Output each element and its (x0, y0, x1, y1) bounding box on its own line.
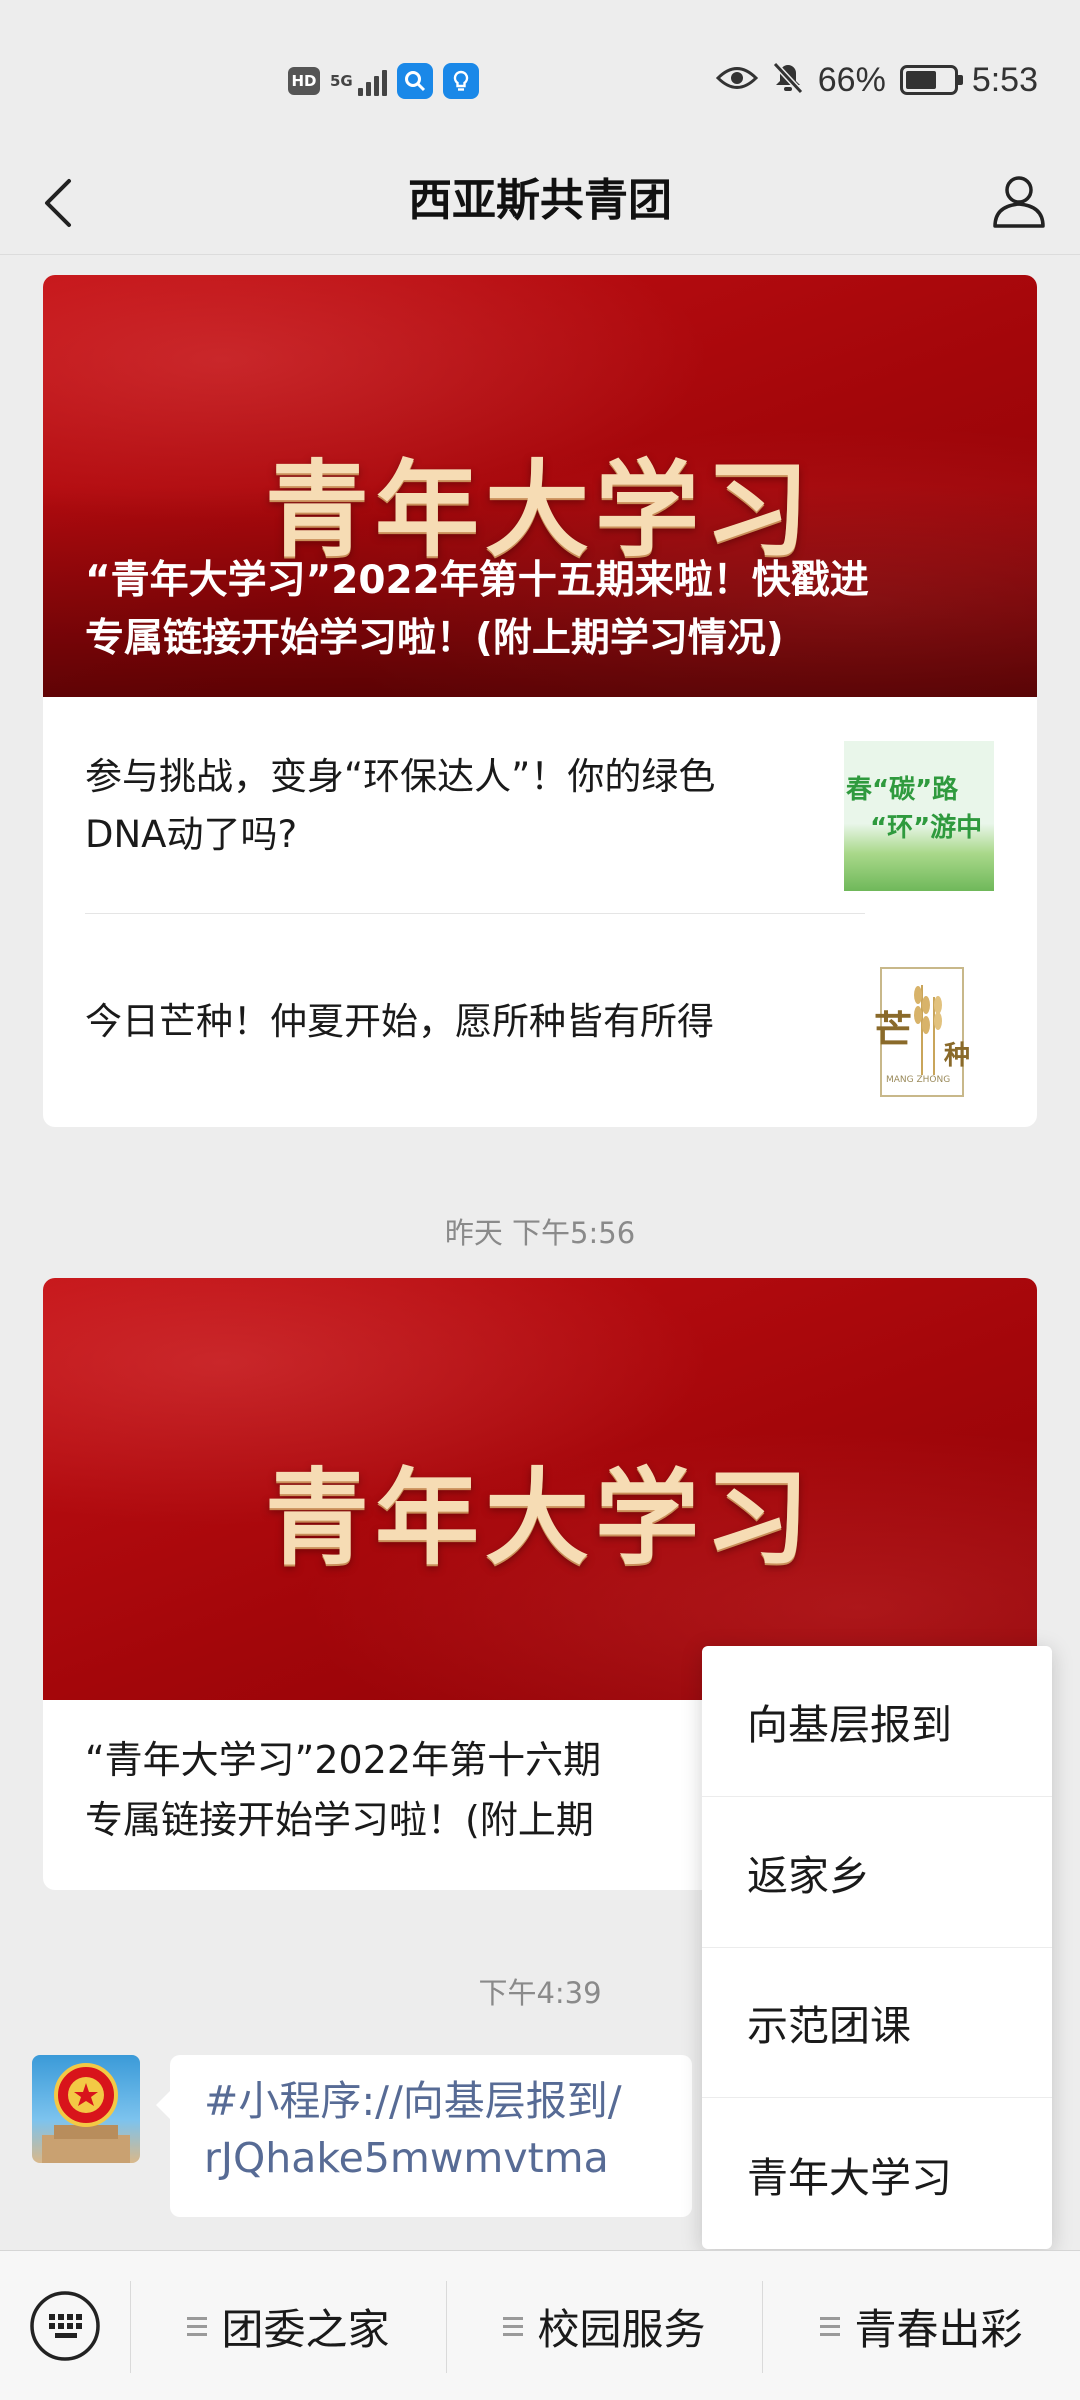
cover-banner-title: 青年大学习 (264, 1456, 815, 1579)
status-bar: HD 5G 66% 5:53 (0, 0, 1080, 150)
page-title: 西亚斯共青团 (408, 175, 672, 226)
article-card: 青年大学习 “青年大学习”2022年第十五期来啦！快戳进 专属链接开始学习啦！(… (43, 275, 1037, 1127)
popup-menu-item[interactable]: 向基层报到 (702, 1646, 1052, 1797)
thumbnail-text: “环”游中 (870, 813, 983, 843)
person-icon (993, 176, 1045, 228)
battery-percent: 66% (817, 60, 886, 99)
thumbnail-text: 种 (944, 1041, 971, 1071)
bottom-menu-label: 校园服务 (537, 2304, 706, 2354)
mini-program-link[interactable]: #小程序://向基层报到/ (204, 2073, 672, 2130)
bottom-menu-item[interactable]: 校园服务 (447, 2251, 762, 2400)
mini-program-link[interactable]: rJQhake5mwmvtma (204, 2130, 672, 2187)
avatar[interactable] (32, 2055, 140, 2163)
popup-menu-item[interactable]: 示范团课 (702, 1948, 1052, 2099)
message-bubble[interactable]: #小程序://向基层报到/ rJQhake5mwmvtma (156, 2055, 692, 2217)
bottom-menu-label: 青春出彩 (854, 2304, 1023, 2354)
menu-lines-icon (187, 2316, 208, 2336)
keyboard-toggle-button[interactable] (28, 2289, 102, 2363)
bottom-menu-bar: 团委之家 校园服务 青春出彩 (0, 2250, 1080, 2400)
signal-icon (358, 66, 387, 96)
article-cover[interactable]: 青年大学习 (43, 1278, 1037, 1700)
back-button[interactable] (30, 175, 86, 231)
battery-icon (899, 65, 963, 95)
bottom-menu-item[interactable]: 青春出彩 (763, 2251, 1080, 2400)
article-title: “青年大学习”2022年第十五期来啦！快戳进 专属链接开始学习啦！(附上期学习情… (85, 552, 1001, 668)
sub-article-thumbnail: 芒 种 MANG ZHONG (844, 957, 994, 1107)
keyboard-icon (30, 2291, 100, 2361)
bottom-menu-label: 团委之家 (221, 2304, 390, 2354)
sub-article-title: 参与挑战，变身“环保达人”！你的绿色 DNA动了吗? (85, 748, 825, 864)
status-left-icons: HD 5G (288, 60, 479, 102)
youth-league-emblem-icon (42, 2063, 130, 2163)
sub-article-thumbnail: 春“碳”路 “环”游中 (844, 741, 994, 891)
sub-article-title-line: 今日芒种！仲夏开始，愿所种皆有所得 (85, 1000, 714, 1043)
header-bar: 西亚斯共青团 (0, 150, 1080, 255)
eye-icon (715, 63, 758, 97)
sub-article-title: 今日芒种！仲夏开始，愿所种皆有所得 (85, 993, 825, 1051)
sub-article-title-line: 参与挑战，变身“环保达人”！你的绿色 (85, 755, 716, 798)
popup-menu-item[interactable]: 青年大学习 (702, 2098, 1052, 2249)
sub-article-item[interactable]: 参与挑战，变身“环保达人”！你的绿色 DNA动了吗? 春“碳”路 “环”游中 (43, 697, 1037, 915)
popup-menu-item[interactable]: 返家乡 (702, 1797, 1052, 1948)
search-app-icon (397, 63, 433, 99)
sub-article-title-line: DNA动了吗? (85, 813, 298, 856)
mute-bell-icon (772, 61, 804, 99)
thumbnail-text: 春“碳”路 (846, 775, 959, 805)
lightbulb-app-icon (443, 63, 479, 99)
article-cover[interactable]: 青年大学习 “青年大学习”2022年第十五期来啦！快戳进 专属链接开始学习啦！(… (43, 275, 1037, 697)
article-title-line: “青年大学习”2022年第十五期来啦！快戳进 (85, 558, 869, 603)
message-timestamp: 昨天 下午5:56 (444, 1216, 636, 1250)
sub-article-item[interactable]: 今日芒种！仲夏开始，愿所种皆有所得 芒 种 MANG ZHONG (43, 913, 1037, 1127)
article-title-line: 专属链接开始学习啦！(附上期学习情况) (85, 616, 784, 661)
thumbnail-text: MANG ZHONG (886, 1075, 951, 1085)
bottom-menu-item[interactable]: 团委之家 (131, 2251, 446, 2400)
menu-lines-icon (820, 2316, 841, 2336)
profile-button[interactable] (986, 168, 1052, 234)
chevron-left-icon (45, 179, 71, 227)
menu-lines-icon (503, 2316, 524, 2336)
network-type-label: 5G (330, 72, 353, 90)
clock: 5:53 (971, 60, 1038, 99)
thumbnail-text: 芒 (874, 1007, 913, 1052)
popup-menu: 向基层报到 返家乡 示范团课 青年大学习 (702, 1646, 1052, 2249)
status-right-icons: 66% 5:53 (715, 56, 1038, 104)
hd-icon: HD (288, 67, 320, 95)
